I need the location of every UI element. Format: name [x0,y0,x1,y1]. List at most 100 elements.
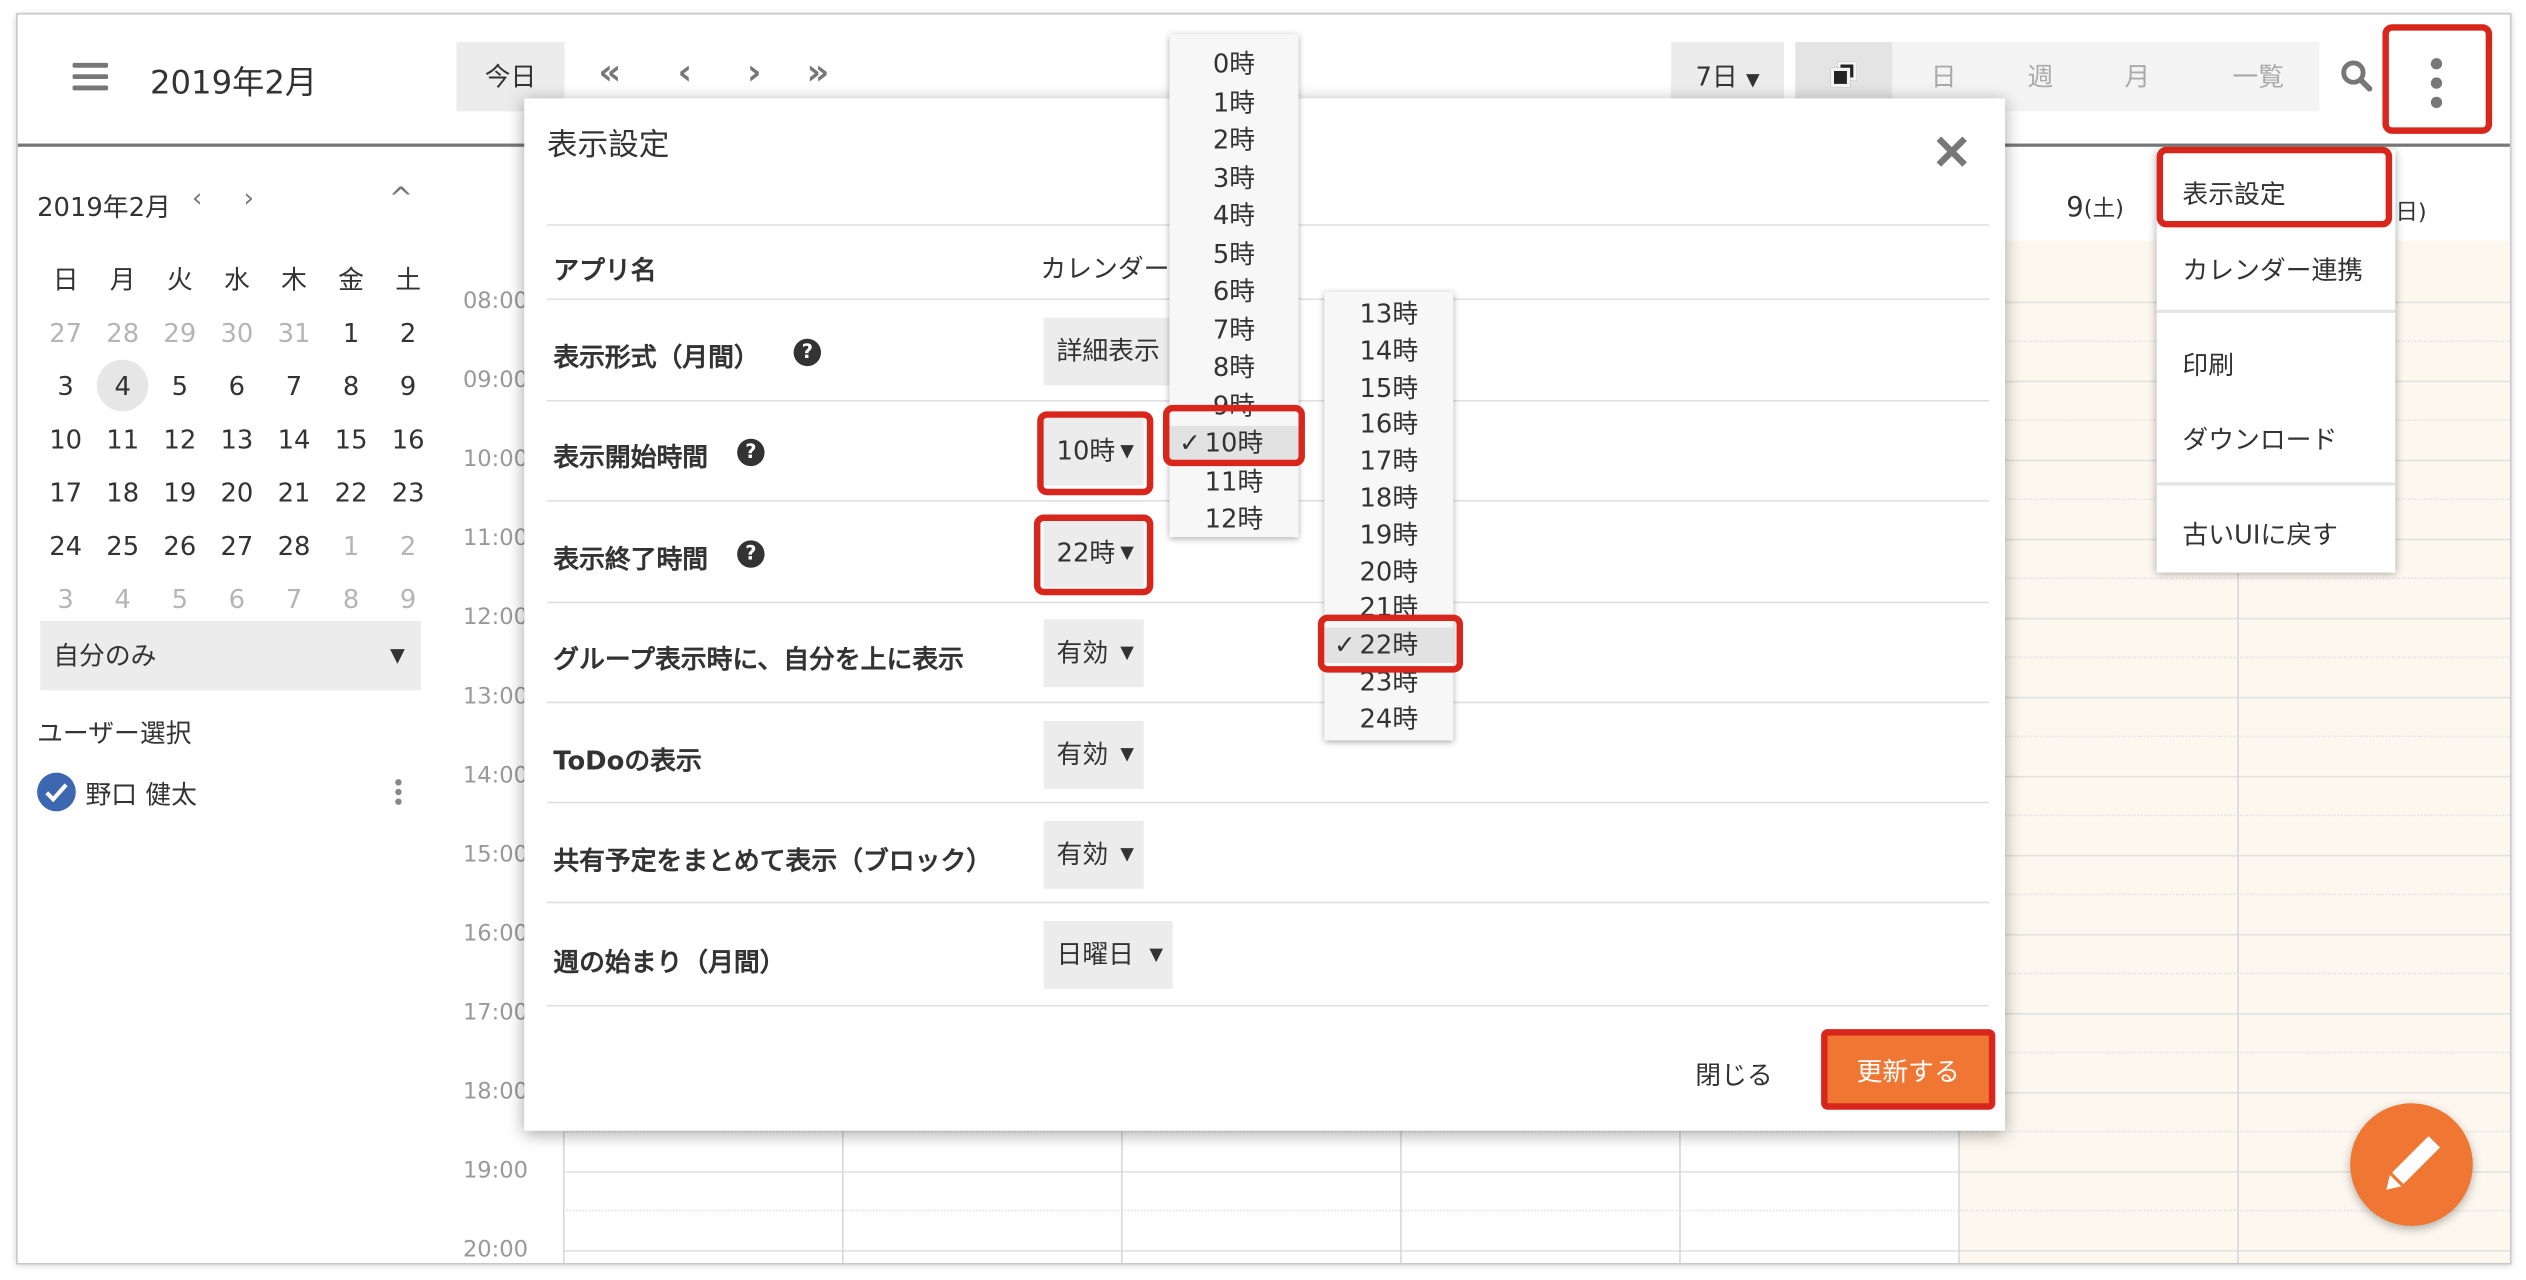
day-header-saturday[interactable]: 9(土) [2066,192,2124,224]
shared-block-select[interactable]: 有効 ▼ [1043,821,1144,889]
hour-option[interactable]: 14時 [1324,334,1453,369]
hour-option[interactable]: 8時 [1169,350,1298,385]
hour-option[interactable]: 11時 [1169,464,1298,499]
mini-day[interactable]: 17 [37,466,94,519]
search-icon[interactable] [2341,60,2373,92]
update-button[interactable]: 更新する [1821,1029,1996,1110]
mini-day[interactable]: 31 [265,306,322,359]
menu-item-download[interactable]: ダウンロード [2182,418,2337,457]
menu-item-print[interactable]: 印刷 [2182,344,2234,383]
user-more-icon[interactable] [395,779,405,808]
user-item[interactable]: 野口 健太 [37,772,424,818]
hour-option[interactable]: 15時 [1324,370,1453,405]
mini-day[interactable]: 4 [94,573,151,626]
hour-option[interactable]: 12時 [1169,502,1298,537]
mini-day[interactable]: 29 [151,306,208,359]
time-label: 11:00 [462,525,529,552]
mini-day-selected[interactable]: 4 [94,359,151,413]
mini-day[interactable]: 15 [323,413,380,466]
mini-day[interactable]: 6 [208,573,265,626]
mini-next-icon[interactable]: › [244,182,254,213]
close-button[interactable]: 閉じる [1695,1053,1772,1092]
mini-day[interactable]: 22 [323,466,380,519]
mini-day[interactable]: 5 [151,573,208,626]
hour-option[interactable]: 1時 [1169,85,1298,120]
checked-icon[interactable] [37,772,76,812]
mini-prev-icon[interactable]: ‹ [192,182,202,213]
mini-day[interactable]: 27 [208,519,265,572]
month-format-select[interactable]: 詳細表示 [1043,317,1173,386]
mini-day[interactable]: 26 [151,519,208,572]
mini-day[interactable]: 14 [265,413,322,466]
mini-day[interactable]: 8 [323,573,380,626]
mini-day[interactable]: 18 [94,466,151,519]
hour-option[interactable]: 16時 [1324,407,1453,442]
hour-option[interactable]: 7時 [1169,312,1298,347]
menu-item-calendar-sync[interactable]: カレンダー連携 [2182,248,2363,287]
mini-day[interactable]: 28 [94,306,151,359]
mini-day[interactable]: 3 [37,573,94,626]
mini-day[interactable]: 21 [265,466,322,519]
todo-select[interactable]: 有効 ▼ [1043,721,1144,789]
create-event-button[interactable] [2350,1103,2473,1226]
mini-day[interactable]: 7 [265,360,322,413]
self-top-select[interactable]: 有効 ▼ [1043,619,1144,688]
hour-option[interactable]: 4時 [1169,198,1298,233]
mini-day[interactable]: 16 [380,413,437,466]
day-header-sunday[interactable]: 日) [2395,195,2426,227]
hour-option[interactable]: 20時 [1324,554,1453,589]
mini-day[interactable]: 27 [37,306,94,359]
mini-day[interactable]: 23 [380,466,437,519]
mini-day[interactable]: 10 [37,413,94,466]
mini-day[interactable]: 9 [380,360,437,413]
scope-select[interactable]: 自分のみ ▼ [40,621,421,691]
mini-day[interactable]: 2 [380,519,437,572]
view-week-button[interactable]: 週 [1992,42,2089,111]
week-start-select[interactable]: 日曜日 ▼ [1043,921,1173,989]
mini-day[interactable]: 7 [265,573,322,626]
mini-day[interactable]: 3 [37,360,94,413]
help-icon[interactable]: ? [737,438,765,467]
mini-day[interactable]: 13 [208,413,265,466]
mini-day[interactable]: 5 [151,360,208,413]
mini-day[interactable]: 20 [208,466,265,519]
prev-day-icon[interactable]: ‹ [677,53,692,93]
close-icon[interactable] [1934,134,1969,169]
hour-option[interactable]: 13時 [1324,297,1453,332]
hour-option[interactable]: 18時 [1324,481,1453,516]
mini-day[interactable]: 1 [323,306,380,359]
mini-day[interactable]: 8 [323,360,380,413]
menu-item-display-settings[interactable]: 表示設定 [2182,173,2285,212]
mini-day[interactable]: 6 [208,360,265,413]
help-icon[interactable]: ? [793,338,822,367]
mini-day[interactable]: 24 [37,519,94,572]
hour-option[interactable]: 24時 [1324,701,1453,736]
help-icon[interactable]: ? [737,540,765,568]
hour-option[interactable]: 5時 [1169,236,1298,271]
hour-option[interactable]: 0時 [1169,47,1298,82]
hour-option[interactable]: 17時 [1324,444,1453,479]
mini-day[interactable]: 9 [380,573,437,626]
mini-day[interactable]: 19 [151,466,208,519]
mini-day[interactable]: 1 [323,519,380,572]
collapse-icon[interactable]: ^ [389,182,413,216]
mini-day[interactable]: 28 [265,519,322,572]
mini-day[interactable]: 25 [94,519,151,572]
more-menu-button[interactable] [2382,24,2493,134]
next-week-icon[interactable]: » [807,53,830,93]
mini-day[interactable]: 12 [151,413,208,466]
prev-week-icon[interactable]: « [598,53,621,93]
hour-option[interactable]: 6時 [1169,274,1298,309]
mini-day[interactable]: 11 [94,413,151,466]
view-list-button[interactable]: 一覧 [2202,42,2315,111]
mini-day[interactable]: 30 [208,306,265,359]
mini-day[interactable]: 2 [380,306,437,359]
hamburger-menu-icon[interactable] [72,62,109,92]
hour-option[interactable]: 19時 [1324,517,1453,552]
next-day-icon[interactable]: › [747,53,762,93]
view-month-button[interactable]: 月 [2089,42,2186,111]
hour-option[interactable]: 3時 [1169,160,1298,195]
end-time-highlight [1033,514,1154,596]
hour-option[interactable]: 2時 [1169,123,1298,158]
menu-item-old-ui[interactable]: 古いUIに戻す [2182,513,2338,552]
